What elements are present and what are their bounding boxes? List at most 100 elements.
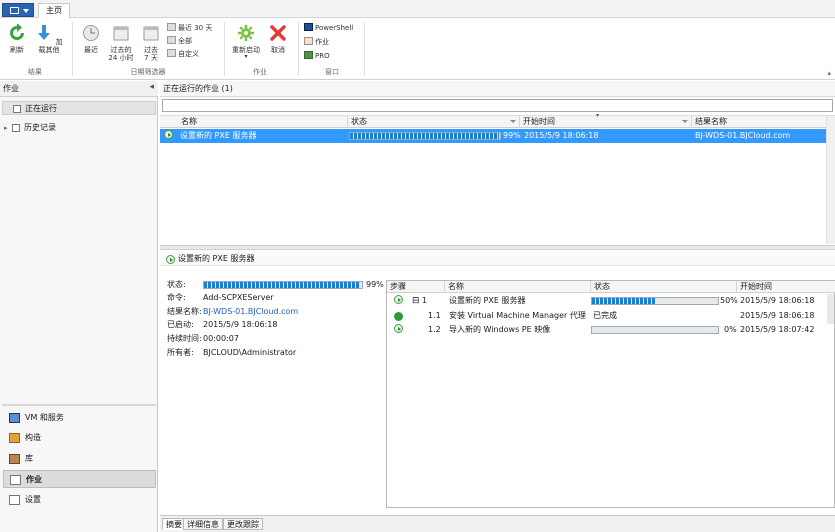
details-title: 设置新的 PXE 服务器 (178, 254, 255, 263)
steps-scrollbar[interactable] (827, 294, 834, 324)
tab-details[interactable]: 详细信息 (183, 518, 223, 530)
chevron-down-icon: ▾ (244, 53, 248, 60)
table-row[interactable]: 设置新的 PXE 服务器 99% 2015/5/9 18:06:18 BJ-WD… (160, 129, 835, 143)
step-row[interactable]: 1.1 安装 Virtual Machine Manager 代理 已完成 20… (387, 309, 835, 323)
nav-item-running[interactable]: 正在运行 (2, 101, 156, 115)
workspace-jobs-label: 作业 (26, 475, 42, 484)
play-icon (394, 295, 403, 304)
step-name: 导入新的 Windows PE 映像 (449, 325, 551, 334)
column-status-label: 状态 (351, 117, 367, 126)
step-start-column-header[interactable]: 开始时间 (737, 281, 835, 293)
step-number: 1 (422, 296, 428, 305)
filter-past-7d-line2: 7 天 (144, 54, 158, 62)
chevron-down-icon (510, 120, 516, 123)
step-name-column-label: 名称 (448, 282, 464, 291)
step-row[interactable]: ⊟ 1 设置新的 PXE 服务器 50% 2015/5/9 18:06:18 (387, 294, 835, 308)
workspace-vms-services[interactable]: VM 和服务 (3, 409, 156, 427)
refresh-button[interactable]: 刷新 (4, 23, 30, 54)
details-splitter[interactable] (160, 245, 835, 250)
play-icon (394, 324, 403, 333)
nav-header-title: 作业 (3, 84, 19, 93)
duration-field-label: 持续时间: (167, 334, 202, 343)
cancel-button[interactable]: 取消 (266, 24, 290, 54)
pro-button[interactable]: PRO (304, 51, 330, 61)
workspace-fabric[interactable]: 构造 (3, 429, 156, 447)
column-name-label: 名称 (181, 117, 197, 126)
jobs-window-button[interactable]: 作业 (304, 37, 329, 47)
chevron-down-icon (682, 120, 688, 123)
filter-recent-button[interactable]: 最近 (78, 24, 104, 54)
filter-custom-label: 自定义 (178, 50, 199, 58)
step-status-column-header[interactable]: 状态 (591, 281, 737, 293)
group-label-window: 窗口 (325, 68, 339, 76)
step-start-time: 2015/5/9 18:07:42 (740, 325, 815, 334)
filter-past-24h-line2: 24 小时 (108, 54, 134, 62)
tab-change-tracking-label: 更改跟踪 (227, 520, 259, 529)
owner-field-value: BJCLOUD\Administrator (203, 348, 297, 357)
nav-header: 作业 ◂ (0, 81, 158, 97)
calendar-icon (143, 26, 159, 41)
detail-progress-fill (204, 282, 361, 288)
jobs-window-label: 作业 (315, 38, 329, 46)
result-name-field-label: 结果名称: (167, 307, 202, 316)
job-running-icon (166, 254, 175, 268)
column-header-result-name[interactable]: 结果名称 (692, 116, 835, 128)
detail-progress-text: 99% (366, 280, 384, 289)
collapse-pane-icon[interactable]: ◂ (149, 82, 154, 92)
workspace-settings[interactable]: 设置 (3, 491, 156, 509)
tab-change-tracking[interactable]: 更改跟踪 (223, 518, 263, 530)
play-icon (166, 255, 175, 264)
chevron-right-icon[interactable]: ▸ (4, 121, 8, 135)
jobs-filter-input[interactable] (162, 99, 833, 112)
filter-custom-button[interactable]: 自定义 (167, 49, 199, 59)
restart-button[interactable]: 重新启动 ▾ (228, 24, 264, 60)
column-header-status[interactable]: 状态 (348, 116, 520, 128)
step-status-column-label: 状态 (594, 282, 610, 291)
filter-past-7d-button[interactable]: 过去 7 天 (138, 24, 164, 62)
download-arrow-icon (38, 25, 51, 40)
vm-icon (9, 413, 20, 423)
step-start-column-label: 开始时间 (740, 282, 772, 291)
result-name-link[interactable]: BJ-WDS-01.BJCloud.com (203, 306, 298, 318)
history-icon (12, 124, 20, 132)
workspace-splitter[interactable] (2, 404, 156, 406)
group-label-results: 结果 (28, 68, 42, 76)
step-progress-text: 50% (720, 296, 738, 305)
group-label-jobs: 作业 (253, 68, 267, 76)
workspace-library-label: 库 (25, 454, 33, 463)
refresh-icon (10, 23, 24, 40)
close-icon (270, 25, 286, 41)
step-start-time: 2015/5/9 18:06:18 (740, 296, 815, 305)
filter-all-button[interactable]: 全部 (167, 36, 192, 46)
filter-last-30-button[interactable]: 最近 30 天 (167, 23, 212, 33)
filter-past-24h-button[interactable]: 过去的 24 小时 (106, 24, 136, 62)
tab-home[interactable]: 主页 (38, 3, 70, 19)
job-start-time: 2015/5/9 18:06:18 (524, 131, 599, 140)
workspace-fabric-label: 构造 (25, 433, 41, 442)
filter-all-label: 全部 (178, 37, 192, 45)
column-header-name[interactable]: 名称 (178, 116, 348, 128)
jobs-grid-scrollbar[interactable] (826, 116, 835, 244)
started-field-value: 2015/5/9 18:06:18 (203, 320, 278, 329)
step-start-time: 2015/5/9 18:06:18 (740, 311, 815, 320)
tree-collapse-icon[interactable]: ⊟ (412, 294, 420, 308)
duration-field-value: 00:00:07 (203, 334, 239, 343)
column-header-start-time[interactable]: 开始时间 (520, 116, 692, 128)
powershell-button[interactable]: PowerShell (304, 23, 353, 33)
load-more-button[interactable]: 加载其他 (32, 24, 66, 54)
job-result-name: BJ-WDS-01.BJCloud.com (695, 131, 791, 140)
filter-past-24h-line1: 过去的 (110, 46, 132, 54)
detail-progress-bar (203, 281, 363, 289)
step-name: 安装 Virtual Machine Manager 代理 (449, 311, 586, 320)
workspace-library[interactable]: 库 (3, 450, 156, 468)
workspace-jobs[interactable]: 作业 (3, 470, 156, 488)
step-row[interactable]: 1.2 导入新的 Windows PE 映像 0% 2015/5/9 18:07… (387, 323, 835, 337)
job-progress-text: 99% (503, 131, 521, 140)
step-column-header[interactable]: 步骤 (387, 281, 445, 293)
ribbon-divider (298, 22, 299, 76)
sort-desc-icon: ▾ (596, 112, 600, 119)
app-menu-button[interactable] (2, 3, 34, 17)
step-name-column-header[interactable]: 名称 (445, 281, 591, 293)
ribbon-collapse-button[interactable]: ▴ (827, 69, 831, 77)
nav-item-history[interactable]: ▸ 历史记录 (2, 121, 156, 135)
